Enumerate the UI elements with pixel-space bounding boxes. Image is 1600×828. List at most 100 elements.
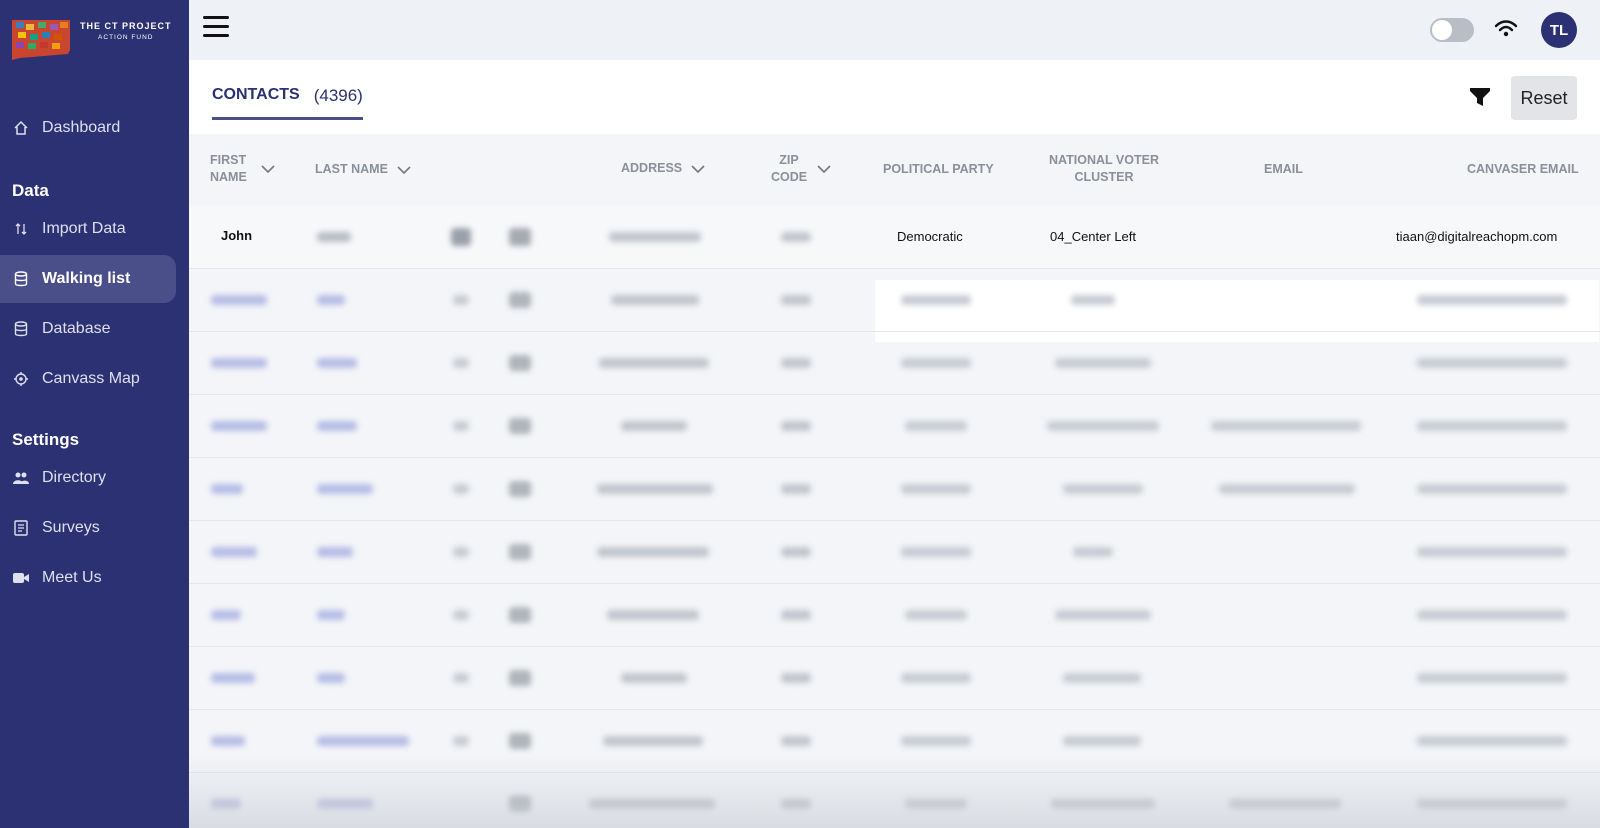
blurred-cell xyxy=(621,421,687,431)
column-title: ZIP CODE xyxy=(770,153,808,184)
blurred-cell xyxy=(1063,736,1141,746)
blurred-cell xyxy=(317,358,357,368)
blurred-cell xyxy=(607,610,699,620)
sidebar-item-database[interactable]: Database xyxy=(0,305,176,353)
blurred-cell xyxy=(211,295,267,305)
blurred-cell xyxy=(317,547,353,557)
section-title-data: Data xyxy=(12,181,49,200)
column-header-first-name[interactable]: FIRST NAME xyxy=(210,152,285,186)
blurred-cell xyxy=(509,418,531,434)
logo[interactable]: THE CT PROJECT ACTION FUND xyxy=(10,16,180,66)
sidebar-item-canvass-map[interactable]: Canvass Map xyxy=(0,355,176,403)
column-header-national-voter-cluster: NATIONAL VOTER CLUSTER xyxy=(1042,152,1166,186)
blurred-cell xyxy=(781,736,811,746)
blurred-cell xyxy=(317,736,409,746)
chevron-down-icon xyxy=(817,165,831,174)
blurred-cell xyxy=(1417,673,1567,683)
wifi-icon xyxy=(1494,20,1518,37)
bottom-fade xyxy=(189,754,1600,828)
column-title: CANVASER EMAIL xyxy=(1467,162,1579,176)
column-title: FIRST NAME xyxy=(210,153,247,184)
tab-contacts[interactable]: CONTACTS (4396) xyxy=(212,86,363,120)
blurred-cell xyxy=(1417,295,1567,305)
table-row[interactable] xyxy=(189,521,1600,584)
sidebar: THE CT PROJECT ACTION FUND Dashboard Dat… xyxy=(0,0,189,828)
blurred-cell xyxy=(453,358,469,368)
sidebar-item-meet-us[interactable]: Meet Us xyxy=(0,554,176,602)
blurred-cell xyxy=(781,484,811,494)
blurred-cell xyxy=(509,544,531,560)
table-row[interactable] xyxy=(189,647,1600,710)
sidebar-item-label: Meet Us xyxy=(42,569,102,586)
chevron-down-icon xyxy=(261,165,275,174)
sidebar-item-label: Canvass Map xyxy=(42,370,140,387)
sidebar-item-label: Walking list xyxy=(42,270,131,287)
topbar: TL xyxy=(189,0,1600,60)
table-row[interactable]: John Democratic 04_Center Left tiaan@dig… xyxy=(189,206,1600,342)
cell-national-voter-cluster: 04_Center Left xyxy=(1050,229,1137,244)
blurred-cell xyxy=(901,358,971,368)
column-header-address[interactable]: ADDRESS xyxy=(621,160,706,177)
blurred-cell xyxy=(901,295,971,305)
blurred-cell xyxy=(781,358,811,368)
chevron-down-icon xyxy=(691,164,705,173)
section-title-settings: Settings xyxy=(12,430,80,449)
sidebar-item-dashboard[interactable]: Dashboard xyxy=(0,104,176,152)
chevron-down-icon xyxy=(397,165,411,174)
hamburger-menu-icon[interactable] xyxy=(203,16,229,40)
blurred-address xyxy=(609,232,701,242)
people-icon xyxy=(12,469,30,487)
blurred-cell xyxy=(1417,358,1567,368)
column-title: NATIONAL VOTER CLUSTER xyxy=(1049,153,1159,184)
column-title: ADDRESS xyxy=(621,161,683,175)
database-icon xyxy=(12,320,30,338)
reset-button[interactable]: Reset xyxy=(1511,76,1577,120)
blurred-cell xyxy=(901,673,971,683)
theme-toggle[interactable] xyxy=(1430,18,1474,42)
contacts-header: CONTACTS (4396) Reset xyxy=(189,60,1600,134)
blurred-cell xyxy=(611,295,699,305)
column-header-last-name[interactable]: LAST NAME xyxy=(315,161,412,178)
blurred-cell xyxy=(781,547,811,557)
table-row[interactable] xyxy=(189,269,1600,332)
sidebar-item-surveys[interactable]: Surveys xyxy=(0,504,176,552)
ct-map-logo-icon xyxy=(12,20,70,60)
logo-text: THE CT PROJECT ACTION FUND xyxy=(80,20,172,44)
column-header-zip-code[interactable]: ZIP CODE xyxy=(770,152,840,186)
table-row[interactable] xyxy=(189,332,1600,395)
column-title: POLITICAL PARTY xyxy=(883,162,994,176)
table-row[interactable] xyxy=(189,395,1600,458)
blurred-cell xyxy=(453,673,469,683)
blurred-cell xyxy=(781,610,811,620)
blurred-cell xyxy=(1417,610,1567,620)
cell-first-name: John xyxy=(221,228,253,243)
blurred-cell xyxy=(509,733,531,749)
sidebar-item-import-data[interactable]: Import Data xyxy=(0,205,176,253)
database-icon xyxy=(12,270,30,288)
blurred-cell xyxy=(1417,484,1567,494)
blurred-cell xyxy=(1063,484,1143,494)
sidebar-item-label: Directory xyxy=(42,469,107,486)
blurred-cell xyxy=(211,673,255,683)
filter-icon[interactable] xyxy=(1469,86,1491,108)
tab-label: CONTACTS xyxy=(212,86,300,103)
user-avatar[interactable]: TL xyxy=(1541,12,1577,48)
video-camera-icon xyxy=(12,569,30,587)
blurred-cell xyxy=(1047,421,1159,431)
table-row[interactable] xyxy=(189,458,1600,521)
blurred-cell xyxy=(781,295,811,305)
blurred-zip xyxy=(781,232,811,242)
blurred-cell xyxy=(1417,421,1567,431)
blurred-cell xyxy=(211,484,243,494)
blurred-cell xyxy=(901,736,971,746)
blurred-cell xyxy=(781,673,811,683)
blurred-cell xyxy=(211,610,241,620)
blurred-cell xyxy=(1219,484,1355,494)
sidebar-item-walking-list[interactable]: Walking list xyxy=(0,255,176,303)
sidebar-item-label: Dashboard xyxy=(42,119,121,136)
cell-political-party: Democratic xyxy=(897,229,963,244)
table-row[interactable] xyxy=(189,584,1600,647)
column-header-canvaser-email: CANVASER EMAIL xyxy=(1467,161,1579,178)
blurred-cell xyxy=(1071,295,1115,305)
sidebar-item-directory[interactable]: Directory xyxy=(0,454,176,502)
